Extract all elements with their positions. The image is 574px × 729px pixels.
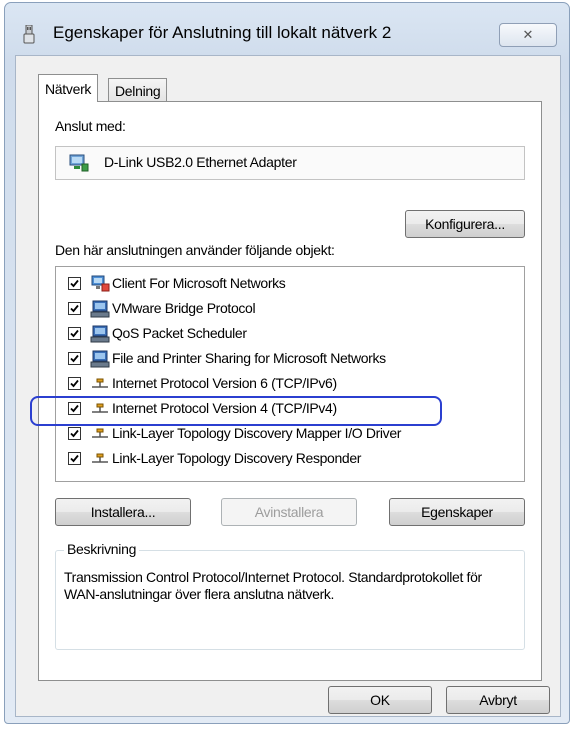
install-button-label: Installera... — [90, 504, 156, 520]
list-item[interactable]: File and Printer Sharing for Microsoft N… — [56, 346, 524, 372]
install-button[interactable]: Installera... — [55, 498, 191, 526]
tab-natverk[interactable]: Nätverk — [38, 74, 99, 102]
items-label: Den här anslutningen använder följande o… — [55, 242, 335, 258]
list-item[interactable]: QoS Packet Scheduler — [56, 321, 524, 347]
item-checkbox[interactable] — [68, 377, 81, 390]
network-service-icon — [90, 350, 110, 368]
item-checkbox[interactable] — [68, 352, 81, 365]
item-checkbox[interactable] — [68, 327, 81, 340]
list-item[interactable]: Link-Layer Topology Discovery Responder — [56, 446, 524, 472]
cancel-button[interactable]: Avbryt — [446, 686, 550, 714]
ipv4-highlight-outline — [30, 396, 442, 426]
dialog-window: Egenskaper för Anslutning till lokalt nä… — [4, 2, 570, 724]
properties-button-label: Egenskaper — [421, 504, 493, 520]
item-label: File and Printer Sharing for Microsoft N… — [112, 350, 386, 366]
adapter-field: D-Link USB2.0 Ethernet Adapter — [55, 146, 525, 180]
description-text: Transmission Control Protocol/Internet P… — [64, 569, 482, 602]
properties-button[interactable]: Egenskaper — [389, 498, 525, 526]
adapter-name: D-Link USB2.0 Ethernet Adapter — [104, 154, 297, 170]
list-item[interactable]: VMware Bridge Protocol — [56, 296, 524, 322]
item-label: VMware Bridge Protocol — [112, 300, 256, 316]
connection-items-list[interactable]: Client For Microsoft Networks VMware Bri… — [55, 266, 525, 482]
list-item[interactable]: Internet Protocol Version 6 (TCP/IPv6) — [56, 371, 524, 397]
item-label: Link-Layer Topology Discovery Responder — [112, 450, 362, 466]
description-legend: Beskrivning — [64, 541, 140, 557]
item-label: Internet Protocol Version 6 (TCP/IPv6) — [112, 375, 337, 391]
item-checkbox[interactable] — [68, 452, 81, 465]
ok-button[interactable]: OK — [328, 686, 432, 714]
connect-using-label: Anslut med: — [55, 118, 126, 134]
tab-label: Delning — [115, 82, 161, 99]
close-button[interactable]: ✕ — [499, 23, 557, 47]
item-label: Client For Microsoft Networks — [112, 275, 286, 291]
list-item[interactable]: Client For Microsoft Networks — [56, 271, 524, 297]
tab-panel: Anslut med: D-Link USB2.0 Ethernet Adapt… — [38, 101, 542, 681]
configure-button[interactable]: Konfigurera... — [405, 210, 525, 238]
uninstall-button-label: Avinstallera — [254, 504, 324, 520]
description-groupbox: Beskrivning Transmission Control Protoco… — [55, 541, 525, 650]
network-adapter-icon — [69, 154, 89, 172]
title-bar[interactable]: Egenskaper för Anslutning till lokalt nä… — [5, 3, 569, 47]
item-checkbox[interactable] — [68, 302, 81, 315]
network-service-icon — [90, 325, 110, 343]
close-icon: ✕ — [522, 27, 534, 42]
window-title: Egenskaper för Anslutning till lokalt nä… — [53, 23, 392, 42]
tab-label: Nätverk — [45, 80, 92, 97]
network-adapter-icon — [23, 25, 35, 44]
item-label: QoS Packet Scheduler — [112, 325, 247, 341]
item-label: Link-Layer Topology Discovery Mapper I/O… — [112, 425, 402, 441]
network-service-icon — [90, 300, 110, 318]
cancel-button-label: Avbryt — [479, 692, 517, 708]
uninstall-button: Avinstallera — [221, 498, 357, 526]
dialog-client-area: Nätverk Delning Anslut med: D-Link USB2.… — [15, 55, 561, 717]
protocol-icon — [92, 378, 108, 388]
item-checkbox[interactable] — [68, 427, 81, 440]
network-client-icon — [91, 275, 110, 292]
item-checkbox[interactable] — [68, 277, 81, 290]
protocol-icon — [92, 428, 108, 438]
ok-button-label: OK — [370, 692, 390, 708]
protocol-icon — [92, 453, 108, 463]
tab-delning[interactable]: Delning — [108, 78, 168, 102]
configure-button-label: Konfigurera... — [425, 216, 505, 232]
